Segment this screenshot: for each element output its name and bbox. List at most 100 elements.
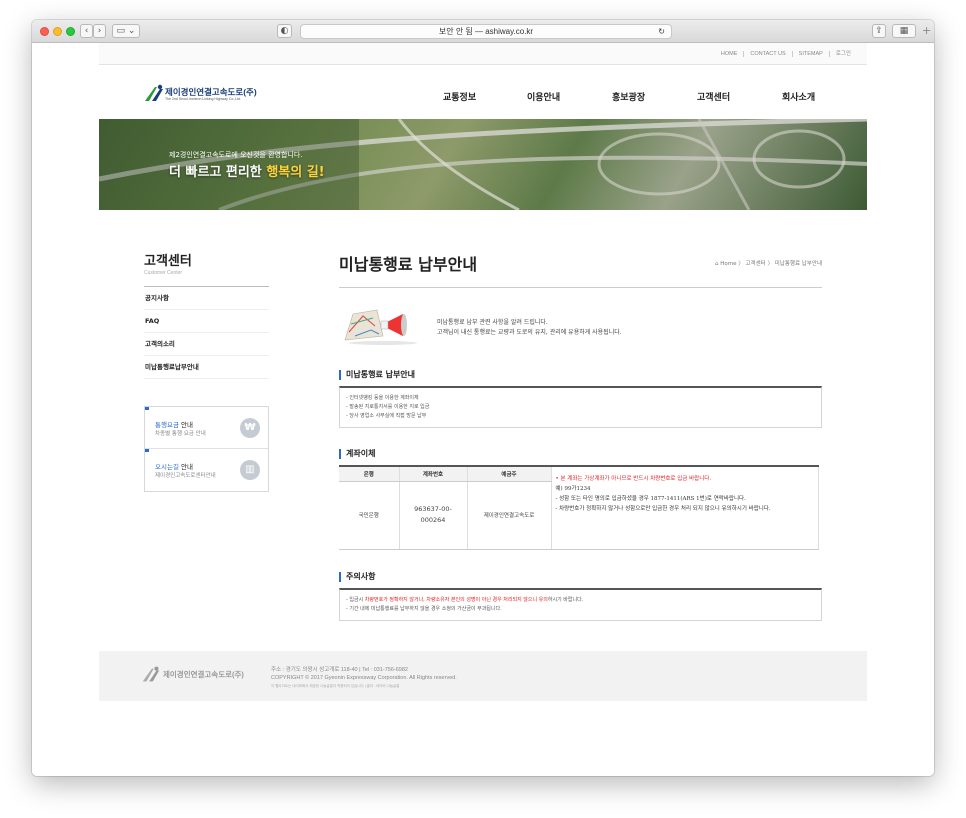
sidebar-toggle-button[interactable]: ▭ ⌄ (112, 24, 140, 38)
close-window-button[interactable] (40, 27, 49, 36)
web-page: HOME CONTACT US SITEMAP 로그인 제이경인연결고속도로(주) T… (32, 43, 934, 776)
footer-logo-mark-icon (142, 666, 160, 682)
quick-link-desc: 제이경인고속도로센터안내 (155, 473, 216, 479)
cell-bank: 국민은행 (339, 481, 400, 550)
payment-method-item: - 인터넷뱅킹 등을 이용한 계좌이체 (346, 395, 419, 401)
nav-usage[interactable]: 이용안내 (527, 90, 560, 103)
quick-link-toll[interactable]: 통행요금 안내 차종별 통행 요금 안내 ₩ (145, 407, 268, 449)
nav-promotion[interactable]: 홍보광장 (612, 90, 645, 103)
browser-toolbar: ‹ › ▭ ⌄ ◐ 보안 안 됨 — ashiway.co.kr ↻ ⇪ ▦ + (32, 20, 934, 43)
sidebar-item-faq[interactable]: FAQ (144, 310, 269, 333)
sidebar-icon: ▭ ⌄ (116, 26, 136, 36)
intro-line: 미납통행료 납부 관련 사항을 알려 드립니다. (437, 319, 548, 326)
site-content: HOME CONTACT US SITEMAP 로그인 제이경인연결고속도로(주) T… (99, 43, 867, 621)
new-tab-button[interactable]: + (922, 24, 931, 37)
zoom-window-button[interactable] (66, 27, 75, 36)
forward-button[interactable]: › (93, 24, 106, 38)
map-megaphone-illustration (344, 309, 417, 345)
caution-highlight: 차량번호가 정확하지 않거나, 차량소유자 본인의 성명이 아닌 경우 처리되지… (364, 596, 548, 603)
nav-customer[interactable]: 고객센터 (697, 90, 730, 103)
breadcrumb: ⌂ Home 〉 고객센터 〉 미납통행료 납부안내 (715, 259, 822, 267)
quick-link-directions[interactable]: 오시는길 안내 제이경인고속도로센터안내 ▥ (145, 449, 268, 491)
table-header-bank: 은행 (339, 466, 400, 482)
caution-line: - 입금시 차량번호가 정확하지 않거나, 차량소유자 본인의 성명이 아닌 경… (346, 596, 815, 605)
footer-copyright: COPYRIGHT © 2017 Gyeonin Expressway Corp… (271, 675, 457, 681)
quick-links: 통행요금 안내 차종별 통행 요금 안내 ₩ 오시는길 안내 제이경인고속도로센… (144, 406, 269, 492)
screen: ‹ › ▭ ⌄ ◐ 보안 안 됨 — ashiway.co.kr ↻ ⇪ ▦ +… (0, 0, 966, 818)
banner-slogan-highlight: 행복의 길! (266, 165, 325, 180)
quick-link-desc: 차종별 통행 요금 안내 (155, 431, 206, 437)
footer-address: 주소 : 경기도 의왕시 성고개로 118-40 | Tel : 031-756… (271, 667, 408, 673)
building-icon: ▥ (240, 460, 260, 480)
won-icon: ₩ (240, 418, 260, 438)
util-link-contact[interactable]: CONTACT US (744, 51, 793, 57)
chevron-left-icon: ‹ (84, 26, 89, 36)
table-header-account: 계좌번호 (399, 466, 468, 482)
sidebar-item-voice[interactable]: 고객의소리 (144, 333, 269, 356)
back-button[interactable]: ‹ (80, 24, 93, 38)
account-note-line: - 성함 또는 타인 명의로 입금하셨을 경우 1877-1411(ARS 1번… (555, 496, 746, 502)
util-link-login[interactable]: 로그인 (830, 51, 857, 57)
account-note: • 본 계좌는 가상계좌가 아니므로 반드시 차량번호로 입금 바랍니다. 예)… (551, 466, 819, 550)
account-note-line: - 차량번호가 정확하지 않거나 성함으로만 입금한 경우 처리 되지 않으니 … (555, 506, 771, 512)
table-header-row: 은행 계좌번호 예금주 • 본 계좌는 가상계좌가 아니므로 반드시 차량번호로… (339, 466, 819, 550)
banner-slogan-text: 더 빠르고 편리한 (169, 165, 267, 180)
banner-welcome: 제2경인연결고속도로에 오신것을 환영합니다. (169, 151, 303, 159)
sidebar: 고객센터 Customer Center 공지사항 FAQ 고객의소리 미납통행… (144, 250, 269, 492)
banner-slogan: 더 빠르고 편리한 행복의 길! (169, 161, 325, 180)
payment-method-item: - 발송된 지로통지서를 이용한 지로 입금 (346, 404, 430, 410)
quick-link-title-rest: 안내 (178, 421, 193, 429)
plus-icon: + (922, 24, 932, 37)
payment-method-item: - 당사 영업소 사무실에 직접 방문 납부 (346, 413, 427, 419)
share-button[interactable]: ⇪ (872, 24, 886, 38)
site-footer: 제이경인연결고속도로(주) 주소 : 경기도 의왕시 성고개로 118-40 |… (99, 651, 867, 701)
utility-bar: HOME CONTACT US SITEMAP 로그인 (99, 43, 867, 65)
sidebar-item-unpaid-toll[interactable]: 미납통행료납부안내 (144, 356, 269, 379)
cell-account-number: 963637-00-000264 (399, 481, 468, 550)
sidebar-title: 고객센터 (144, 254, 192, 269)
payment-methods-box: - 인터넷뱅킹 등을 이용한 계좌이체 - 발송된 지로통지서를 이용한 지로 … (339, 386, 822, 428)
quick-link-title: 오시는길 안내 (155, 461, 193, 471)
site-logo[interactable]: 제이경인연결고속도로(주) The 2nd Seoul-Incheon Link… (143, 83, 263, 113)
accent-mark (145, 407, 149, 410)
cell-holder: 제이경인연결고속도로 (467, 481, 552, 550)
footer-info: 주소 : 경기도 의왕시 성고개로 118-40 | Tel : 031-756… (271, 666, 457, 690)
quick-link-title-highlight: 오시는길 (155, 463, 179, 471)
section-title-caution: 주의사항 (339, 571, 822, 582)
caution-line: - 기간 내에 미납통행료를 납부하지 않을 경우 소정의 가산금이 부과됩니다… (346, 605, 502, 612)
footer-logo-text: 제이경인연결고속도로(주) (163, 670, 244, 679)
tabs-icon: ▦ (899, 26, 909, 36)
quick-link-title: 통행요금 안내 (155, 419, 193, 429)
logo-subtext: The 2nd Seoul-Incheon Linking Highway Co… (165, 97, 242, 101)
util-link-sitemap[interactable]: SITEMAP (792, 51, 830, 57)
address-text: 보안 안 됨 — ashiway.co.kr (438, 27, 534, 36)
quick-link-title-rest: 안내 (178, 463, 193, 471)
sidebar-subtitle: Customer Center (144, 270, 183, 276)
sidebar-item-notice[interactable]: 공지사항 (144, 287, 269, 310)
nav-traffic[interactable]: 교통정보 (443, 90, 476, 103)
intro-line: 고객님이 내신 통행료는 교량과 도로의 유지, 관리에 유용하게 사용됩니다. (437, 329, 622, 336)
caution-text: 하시기 바랍니다. (547, 596, 584, 603)
tabs-button[interactable]: ▦ (892, 24, 916, 38)
caution-box: - 입금시 차량번호가 정확하지 않거나, 차량소유자 본인의 성명이 아닌 경… (339, 587, 822, 621)
privacy-button[interactable]: ◐ (277, 24, 292, 38)
intro-section: 미납통행료 납부 관련 사항을 알려 드립니다. 고객님이 내신 통행료는 교량… (339, 288, 822, 358)
table-header-holder: 예금주 (467, 466, 552, 482)
main-content: 미납통행료 납부안내 ⌂ Home 〉 고객센터 〉 미납통행료 납부안내 미납… (339, 251, 822, 621)
accent-mark (145, 449, 149, 452)
quick-link-title-highlight: 통행요금 (155, 421, 179, 429)
share-icon: ⇪ (875, 26, 883, 36)
caution-text: - 입금시 (346, 596, 365, 603)
account-note-line: 예) 99가1234 (555, 486, 591, 492)
address-bar[interactable]: 보안 안 됨 — ashiway.co.kr ↻ (300, 24, 672, 39)
section-title-unpaid: 미납통행료 납부안내 (339, 370, 822, 380)
hero-banner: 제2경인연결고속도로에 오신것을 환영합니다. 더 빠르고 편리한 행복의 길! (99, 119, 867, 210)
logo-mark-icon (145, 84, 163, 101)
minimize-window-button[interactable] (53, 27, 62, 36)
chevron-right-icon: › (97, 26, 102, 36)
util-link-home[interactable]: HOME (714, 51, 745, 57)
nav-company[interactable]: 회사소개 (782, 90, 815, 103)
breadcrumb-text[interactable]: Home 〉 고객센터 〉 미납통행료 납부안내 (720, 261, 822, 267)
site-header: 제이경인연결고속도로(주) The 2nd Seoul-Incheon Link… (99, 65, 867, 119)
reload-icon[interactable]: ↻ (658, 25, 665, 38)
